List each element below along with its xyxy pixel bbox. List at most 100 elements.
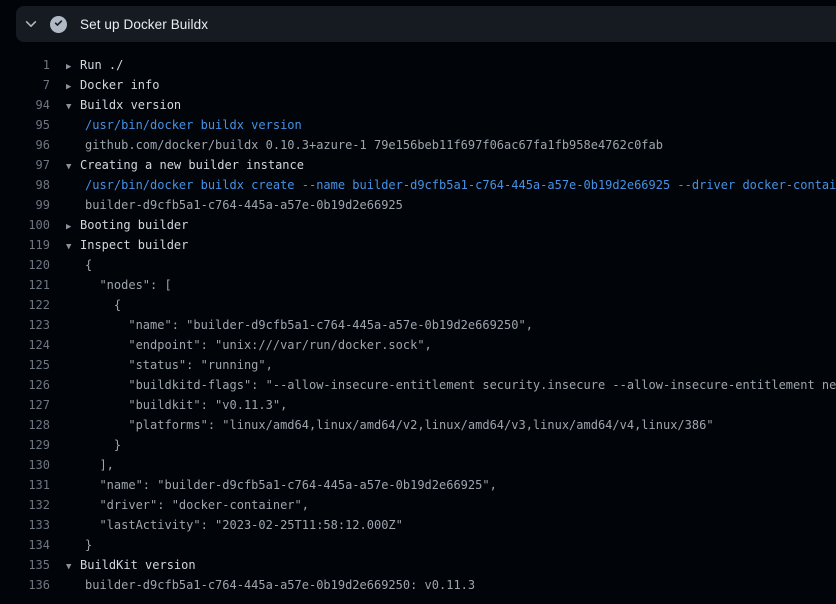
line-number[interactable]: 134 <box>0 535 50 555</box>
check-circle-icon <box>50 16 67 33</box>
log-line: 127 "buildkit": "v0.11.3", <box>0 395 836 415</box>
group-title: Buildx version <box>80 98 181 112</box>
line-number[interactable]: 135 <box>0 555 50 575</box>
log-line: 125 "status": "running", <box>0 355 836 375</box>
step-header[interactable]: Set up Docker Buildx <box>16 6 836 42</box>
line-text: "lastActivity": "2023-02-25T11:58:12.000… <box>50 515 403 535</box>
log-line: 124 "endpoint": "unix:///var/run/docker.… <box>0 335 836 355</box>
line-number[interactable]: 131 <box>0 475 50 495</box>
line-number[interactable]: 97 <box>0 155 50 175</box>
line-number[interactable]: 99 <box>0 195 50 215</box>
line-number[interactable]: 119 <box>0 235 50 255</box>
group-title: BuildKit version <box>80 558 196 572</box>
log-line[interactable]: 7 ▶Docker info <box>0 75 836 95</box>
log-line: 120 { <box>0 255 836 275</box>
caret-down-icon: ▼ <box>66 157 80 175</box>
group-title: Docker info <box>80 78 159 92</box>
log-line: 133 "lastActivity": "2023-02-25T11:58:12… <box>0 515 836 535</box>
log-line[interactable]: 1 ▶Run ./ <box>0 55 836 75</box>
line-text[interactable]: ▶Docker info <box>50 75 159 95</box>
line-text: "nodes": [ <box>50 275 172 295</box>
line-number[interactable]: 121 <box>0 275 50 295</box>
log-line[interactable]: 94 ▼Buildx version <box>0 95 836 115</box>
caret-right-icon: ▶ <box>66 57 80 75</box>
line-number[interactable]: 133 <box>0 515 50 535</box>
log-line[interactable]: 97 ▼Creating a new builder instance <box>0 155 836 175</box>
line-text: builder-d9cfb5a1-c764-445a-a57e-0b19d2e6… <box>50 575 475 595</box>
line-text: "platforms": "linux/amd64,linux/amd64/v2… <box>50 415 714 435</box>
step-title: Set up Docker Buildx <box>80 17 208 32</box>
group-title: Inspect builder <box>80 238 188 252</box>
line-number[interactable]: 128 <box>0 415 50 435</box>
caret-right-icon: ▶ <box>66 217 80 235</box>
line-number[interactable]: 125 <box>0 355 50 375</box>
group-title: Booting builder <box>80 218 188 232</box>
line-text: /usr/bin/docker buildx create --name bui… <box>50 175 836 195</box>
log-line[interactable]: 135 ▼BuildKit version <box>0 555 836 575</box>
log-line: 99 builder-d9cfb5a1-c764-445a-a57e-0b19d… <box>0 195 836 215</box>
log-line: 95 /usr/bin/docker buildx version <box>0 115 836 135</box>
log-line: 130 ], <box>0 455 836 475</box>
log-line: 134 } <box>0 535 836 555</box>
caret-down-icon: ▼ <box>66 557 80 575</box>
line-number[interactable]: 122 <box>0 295 50 315</box>
log-line: 121 "nodes": [ <box>0 275 836 295</box>
log-line: 98 /usr/bin/docker buildx create --name … <box>0 175 836 195</box>
line-text: "buildkit": "v0.11.3", <box>50 395 287 415</box>
caret-down-icon: ▼ <box>66 237 80 255</box>
line-text[interactable]: ▶Booting builder <box>50 215 188 235</box>
line-text: } <box>50 535 92 555</box>
log-line: 122 { <box>0 295 836 315</box>
log-line: 126 "buildkitd-flags": "--allow-insecure… <box>0 375 836 395</box>
line-text: builder-d9cfb5a1-c764-445a-a57e-0b19d2e6… <box>50 195 403 215</box>
line-number[interactable]: 98 <box>0 175 50 195</box>
log-line: 128 "platforms": "linux/amd64,linux/amd6… <box>0 415 836 435</box>
line-text: "driver": "docker-container", <box>50 495 309 515</box>
log-line: 129 } <box>0 435 836 455</box>
line-number[interactable]: 124 <box>0 335 50 355</box>
line-number[interactable]: 123 <box>0 315 50 335</box>
log-container: 1 ▶Run ./ 7 ▶Docker info 94 ▼Buildx vers… <box>0 42 836 595</box>
group-title: Creating a new builder instance <box>80 158 304 172</box>
line-text: "buildkitd-flags": "--allow-insecure-ent… <box>50 375 836 395</box>
line-text[interactable]: ▼BuildKit version <box>50 555 196 575</box>
line-text[interactable]: ▼Creating a new builder instance <box>50 155 304 175</box>
log-line: 136 builder-d9cfb5a1-c764-445a-a57e-0b19… <box>0 575 836 595</box>
line-text: github.com/docker/buildx 0.10.3+azure-1 … <box>50 135 663 155</box>
line-number[interactable]: 132 <box>0 495 50 515</box>
line-number[interactable]: 95 <box>0 115 50 135</box>
group-title: Run ./ <box>80 58 123 72</box>
line-text: "name": "builder-d9cfb5a1-c764-445a-a57e… <box>50 475 497 495</box>
line-text: } <box>50 435 121 455</box>
line-number[interactable]: 126 <box>0 375 50 395</box>
log-line[interactable]: 100 ▶Booting builder <box>0 215 836 235</box>
line-number[interactable]: 96 <box>0 135 50 155</box>
line-number[interactable]: 100 <box>0 215 50 235</box>
line-text: "endpoint": "unix:///var/run/docker.sock… <box>50 335 432 355</box>
line-number[interactable]: 7 <box>0 75 50 95</box>
line-number[interactable]: 130 <box>0 455 50 475</box>
log-line: 123 "name": "builder-d9cfb5a1-c764-445a-… <box>0 315 836 335</box>
log-line[interactable]: 119 ▼Inspect builder <box>0 235 836 255</box>
line-number[interactable]: 127 <box>0 395 50 415</box>
line-text: ], <box>50 455 114 475</box>
line-number[interactable]: 136 <box>0 575 50 595</box>
line-number[interactable]: 120 <box>0 255 50 275</box>
line-text[interactable]: ▼Inspect builder <box>50 235 188 255</box>
line-text: { <box>50 255 92 275</box>
log-line: 131 "name": "builder-d9cfb5a1-c764-445a-… <box>0 475 836 495</box>
caret-right-icon: ▶ <box>66 77 80 95</box>
log-line: 96 github.com/docker/buildx 0.10.3+azure… <box>0 135 836 155</box>
line-text[interactable]: ▶Run ./ <box>50 55 123 75</box>
line-text[interactable]: ▼Buildx version <box>50 95 181 115</box>
caret-down-icon: ▼ <box>66 97 80 115</box>
line-number[interactable]: 129 <box>0 435 50 455</box>
line-number[interactable]: 1 <box>0 55 50 75</box>
line-text: /usr/bin/docker buildx version <box>50 115 302 135</box>
line-text: "status": "running", <box>50 355 273 375</box>
line-text: "name": "builder-d9cfb5a1-c764-445a-a57e… <box>50 315 533 335</box>
chevron-down-icon[interactable] <box>16 17 46 31</box>
line-number[interactable]: 94 <box>0 95 50 115</box>
log-line: 132 "driver": "docker-container", <box>0 495 836 515</box>
line-text: { <box>50 295 121 315</box>
